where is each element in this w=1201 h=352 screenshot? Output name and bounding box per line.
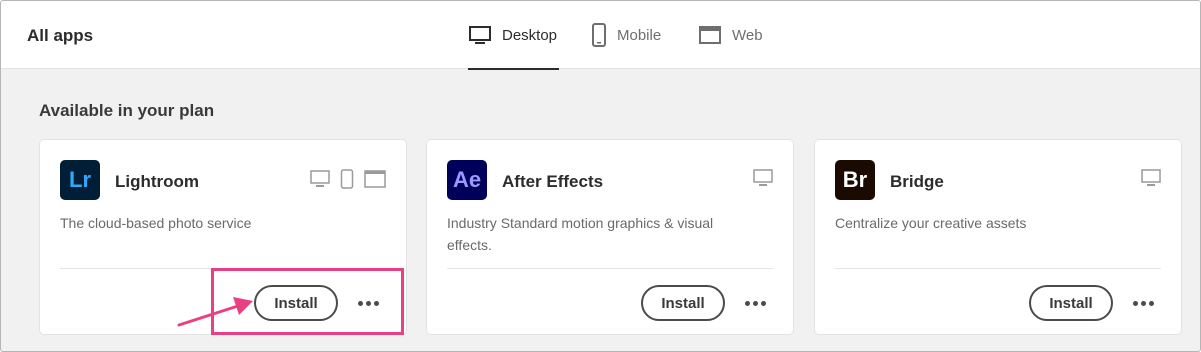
- tab-desktop[interactable]: Desktop: [468, 1, 559, 70]
- dot-icon: [752, 300, 758, 306]
- app-card-bridge: Br Bridge Centralize your creative asset…: [814, 139, 1182, 335]
- more-options-button[interactable]: [742, 290, 768, 316]
- dot-icon: [373, 300, 379, 306]
- app-card-after-effects: Ae After Effects Industry Standard motio…: [426, 139, 794, 335]
- dot-icon: [760, 300, 766, 306]
- install-button[interactable]: Install: [641, 285, 725, 321]
- tab-web[interactable]: Web: [698, 1, 763, 69]
- install-button[interactable]: Install: [254, 285, 338, 321]
- lightroom-app-icon: Lr: [60, 160, 100, 200]
- app-description: Industry Standard motion graphics & visu…: [447, 215, 714, 253]
- install-button[interactable]: Install: [1029, 285, 1113, 321]
- mobile-icon: [340, 169, 354, 189]
- page-title: All apps: [27, 26, 94, 45]
- card-divider: [447, 268, 773, 269]
- tab-label: Web: [732, 26, 763, 44]
- section-title: Available in your plan: [39, 101, 215, 120]
- top-bar: All apps Desktop Mobile Web: [1, 1, 1200, 70]
- platform-icons: [1141, 169, 1161, 187]
- dot-icon: [357, 300, 363, 306]
- more-options-button[interactable]: [1130, 290, 1156, 316]
- app-description: Centralize your creative assets: [835, 215, 1027, 231]
- more-options-button[interactable]: [355, 290, 381, 316]
- dot-icon: [365, 300, 371, 306]
- tab-label: Mobile: [617, 26, 662, 44]
- dot-icon: [1140, 300, 1146, 306]
- dot-icon: [1148, 300, 1154, 306]
- app-name: Bridge: [890, 172, 944, 191]
- after-effects-app-icon: Ae: [447, 160, 487, 200]
- desktop-icon: [1141, 169, 1161, 186]
- desktop-icon: [310, 170, 330, 187]
- app-description: The cloud-based photo service: [60, 215, 252, 231]
- tab-label: Desktop: [502, 26, 558, 44]
- dot-icon: [744, 300, 750, 306]
- dot-icon: [1132, 300, 1138, 306]
- platform-icons: [310, 169, 386, 189]
- app-window: All apps Desktop Mobile Web Available in…: [0, 0, 1201, 352]
- platform-icons: [753, 169, 773, 187]
- app-name: After Effects: [502, 172, 604, 191]
- bridge-app-icon: Br: [835, 160, 875, 200]
- card-divider: [60, 268, 386, 269]
- card-divider: [835, 268, 1161, 269]
- desktop-icon: [469, 26, 491, 44]
- tab-mobile[interactable]: Mobile: [591, 1, 661, 69]
- desktop-icon: [753, 169, 773, 186]
- app-card-lightroom: Lr Lightroom The cloud-based photo servi…: [39, 139, 407, 335]
- app-name: Lightroom: [115, 172, 200, 191]
- web-icon: [364, 170, 386, 188]
- web-icon: [699, 26, 721, 44]
- mobile-icon: [592, 23, 606, 47]
